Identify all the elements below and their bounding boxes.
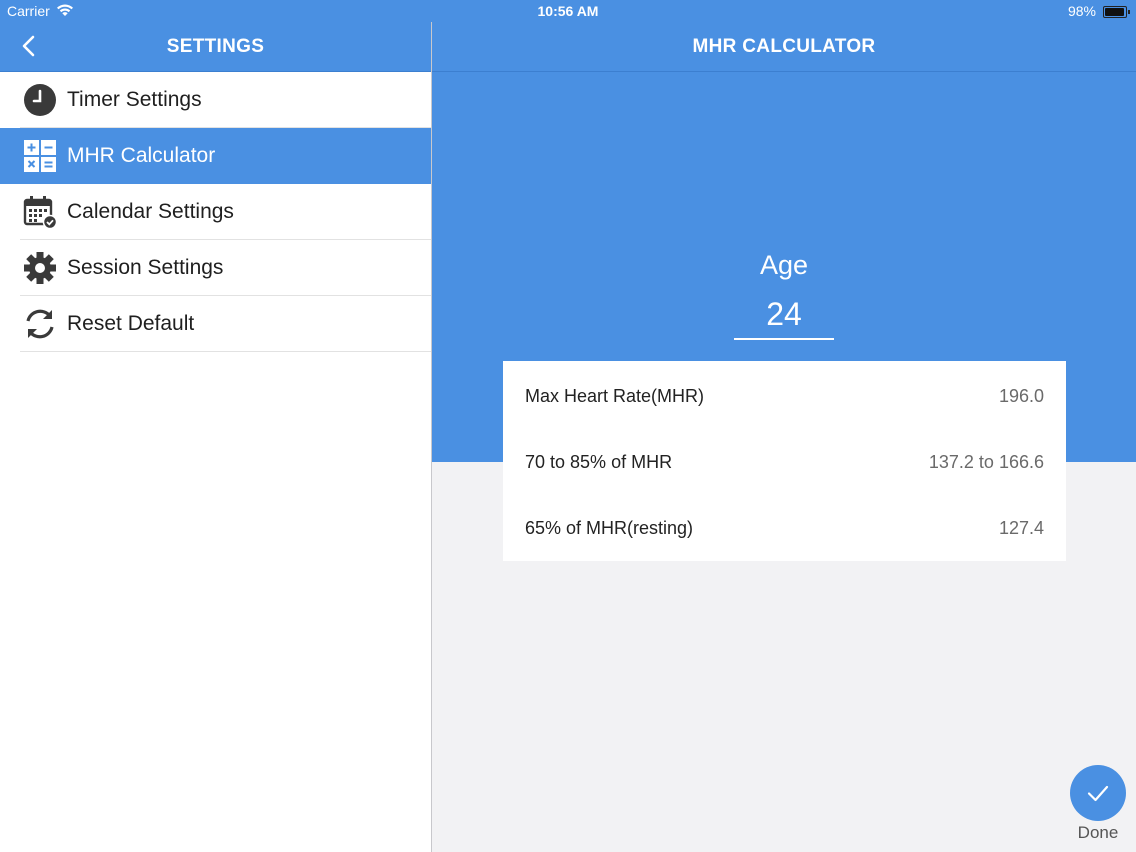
gear-icon xyxy=(22,250,58,286)
status-bar: Carrier 10:56 AM 98% xyxy=(0,0,1136,22)
age-label: Age xyxy=(759,250,809,280)
result-label: 65% of MHR(resting) xyxy=(525,517,694,538)
battery-percent: 98% xyxy=(1067,3,1096,19)
calculator-icon xyxy=(22,138,58,174)
settings-panel: SETTINGS Timer Settings MHR Calculator C… xyxy=(0,0,432,852)
menu-item-label: Session Settings xyxy=(67,255,224,279)
result-value: 137.2 to 166.6 xyxy=(928,451,1044,472)
mhr-nav-bar: MHR CALCULATOR xyxy=(432,22,1136,72)
menu-item-label: Calendar Settings xyxy=(67,199,234,223)
menu-item-timer-settings[interactable]: Timer Settings xyxy=(20,72,431,128)
menu-item-label: MHR Calculator xyxy=(67,143,216,167)
settings-nav-bar: SETTINGS xyxy=(0,22,431,72)
menu-item-calendar-settings[interactable]: Calendar Settings xyxy=(20,184,431,240)
done-button[interactable] xyxy=(1070,765,1126,821)
done-label[interactable]: Done xyxy=(1069,823,1127,843)
menu-item-session-settings[interactable]: Session Settings xyxy=(20,240,431,296)
settings-menu: Timer Settings MHR Calculator Calendar S… xyxy=(0,72,431,352)
result-row-max-heart-rate: Max Heart Rate(MHR) 196.0 xyxy=(503,363,1066,429)
age-input[interactable] xyxy=(734,290,834,340)
result-row-65-percent-resting: 65% of MHR(resting) 127.4 xyxy=(503,495,1066,561)
menu-item-mhr-calculator[interactable]: MHR Calculator xyxy=(0,128,431,184)
checkmark-icon xyxy=(1087,785,1109,802)
done-control: Done xyxy=(1069,765,1127,843)
menu-item-label: Reset Default xyxy=(67,311,195,335)
clock-icon xyxy=(22,82,58,118)
results-card: Max Heart Rate(MHR) 196.0 70 to 85% of M… xyxy=(503,361,1066,561)
result-label: Max Heart Rate(MHR) xyxy=(525,385,705,406)
mhr-calculator-panel: MHR CALCULATOR Age Max Heart Rate(MHR) 1… xyxy=(432,0,1136,852)
refresh-icon xyxy=(22,306,58,342)
battery-icon xyxy=(1103,6,1130,18)
status-time: 10:56 AM xyxy=(537,3,599,19)
menu-item-label: Timer Settings xyxy=(67,87,202,111)
result-row-70-85-percent: 70 to 85% of MHR 137.2 to 166.6 xyxy=(503,429,1066,495)
mhr-title: MHR CALCULATOR xyxy=(692,36,876,57)
menu-item-reset-default[interactable]: Reset Default xyxy=(20,296,431,352)
settings-title: SETTINGS xyxy=(166,36,265,57)
calendar-icon xyxy=(22,194,58,230)
result-value: 127.4 xyxy=(998,517,1044,538)
result-label: 70 to 85% of MHR xyxy=(525,451,673,472)
result-value: 196.0 xyxy=(998,385,1044,406)
